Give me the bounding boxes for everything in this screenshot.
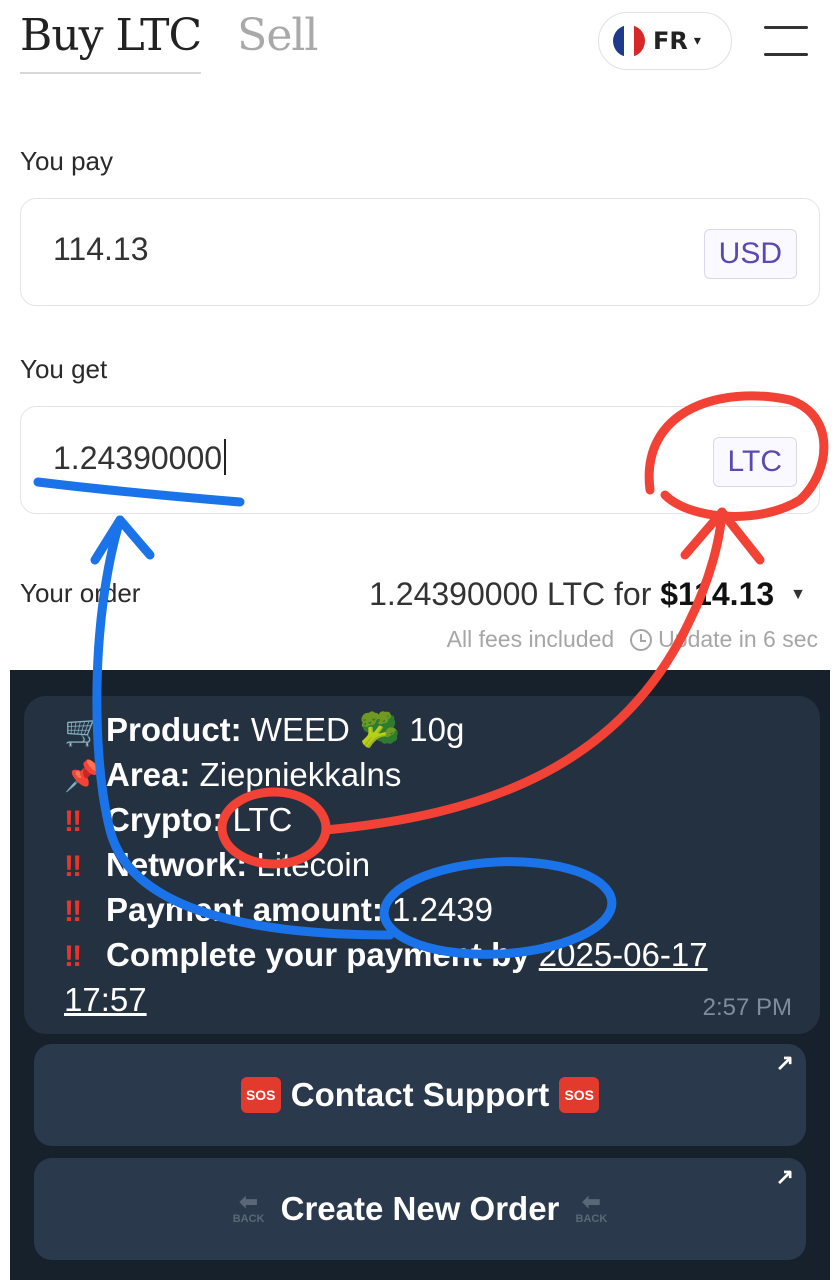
you-get-label: You get — [20, 354, 108, 384]
sos-icon: SOS — [240, 1077, 281, 1113]
you-get-value: 1.24390000 — [53, 440, 223, 476]
chevron-down-icon: ▾ — [693, 33, 701, 49]
message-line-crypto: ‼ Crypto: LTC — [64, 798, 804, 843]
pushpin-icon: 📌 — [64, 760, 102, 793]
message-bubble: 🛒 Product: WEED 🥦 10g 📌 Area: Ziepniekkaln… — [24, 696, 820, 1034]
create-new-order-label: Create New Order — [280, 1190, 560, 1227]
clock-icon — [630, 628, 653, 651]
external-arrow-icon: ↗ — [775, 1050, 794, 1075]
you-pay-input[interactable]: 114.13 — [53, 231, 149, 268]
double-exclamation-icon: ‼ — [64, 895, 82, 928]
message-line-payment-amount: ‼ Payment amount: 1.2439 — [64, 888, 804, 933]
message-line-deadline-time: 17:57 — [64, 978, 804, 1021]
deadline-time-link[interactable]: 17:57 — [64, 981, 147, 1018]
you-get-field[interactable]: 1.24390000 LTC — [20, 406, 820, 514]
tab-buy[interactable]: Buy LTC — [20, 8, 202, 74]
message-text: 🛒 Product: WEED 🥦 10g 📌 Area: Ziepniekkaln… — [64, 708, 804, 1021]
message-timestamp: 2:57 PM — [702, 994, 792, 1021]
you-get-input[interactable]: 1.24390000 — [53, 439, 227, 477]
fees-line: All fees included Update in 6 sec — [447, 626, 818, 653]
your-order-label: Your order — [20, 578, 141, 608]
order-summary[interactable]: 1.24390000 LTC for $114.13 ▼ — [369, 576, 806, 613]
red-arrowhead — [680, 507, 765, 565]
you-pay-field[interactable]: 114.13 USD — [20, 198, 820, 306]
pay-currency-button[interactable]: USD — [703, 229, 797, 279]
contact-support-label: Contact Support — [290, 1076, 550, 1113]
back-arrow-icon: ⬅ BACK — [232, 1189, 265, 1226]
double-exclamation-icon: ‼ — [64, 940, 82, 973]
blue-arrowhead — [90, 515, 155, 565]
cart-icon: 🛒 — [64, 715, 102, 748]
order-summary-amount: 1.24390000 LTC for — [369, 576, 661, 612]
update-timer-text: Update in 6 sec — [658, 626, 818, 652]
you-pay-label: You pay — [20, 146, 114, 176]
text-cursor — [224, 439, 227, 475]
message-line-product: 🛒 Product: WEED 🥦 10g — [64, 708, 804, 753]
contact-support-button[interactable]: SOS Contact Support SOS ↗ — [34, 1044, 806, 1146]
chevron-down-icon: ▼ — [790, 585, 806, 603]
language-code: FR — [653, 27, 688, 55]
create-new-order-button[interactable]: ⬅ BACK Create New Order ⬅ BACK ↗ — [34, 1158, 806, 1260]
tab-sell[interactable]: Sell — [237, 8, 318, 64]
order-summary-price: $114.13 — [660, 576, 775, 612]
double-exclamation-icon: ‼ — [64, 805, 82, 838]
message-line-deadline: ‼ Complete your payment by 2025-06-17 — [64, 933, 804, 978]
message-line-area: 📌 Area: Ziepniekkalns — [64, 753, 804, 798]
sos-icon: SOS — [559, 1077, 600, 1113]
external-arrow-icon: ↗ — [775, 1164, 794, 1189]
hamburger-menu-icon[interactable] — [764, 26, 808, 56]
fees-included-text: All fees included — [446, 626, 615, 652]
france-flag-icon — [613, 25, 645, 57]
message-line-network: ‼ Network: Litecoin — [64, 843, 804, 888]
deadline-date-link[interactable]: 2025-06-17 — [539, 936, 708, 973]
tab-bar: Buy LTC Sell — [20, 8, 319, 74]
back-arrow-icon: ⬅ BACK — [575, 1189, 608, 1226]
get-currency-button[interactable]: LTC — [712, 437, 797, 487]
language-selector[interactable]: FR ▾ — [598, 12, 732, 70]
double-exclamation-icon: ‼ — [64, 850, 82, 883]
telegram-chat: 🛒 Product: WEED 🥦 10g 📌 Area: Ziepniekkaln… — [10, 670, 830, 1280]
